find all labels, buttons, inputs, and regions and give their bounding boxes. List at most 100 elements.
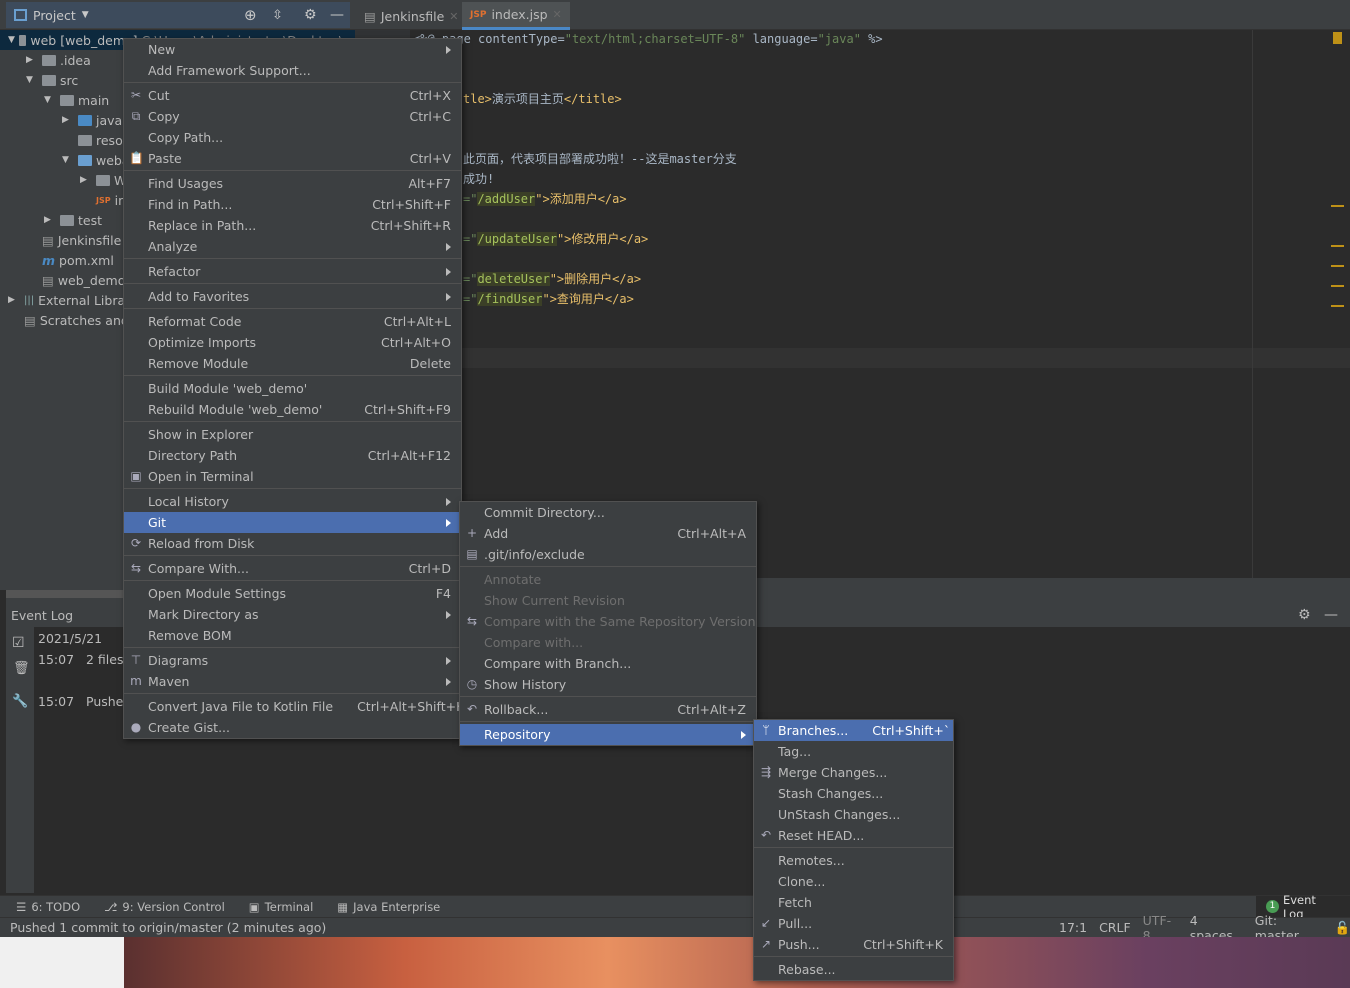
menu-item-create-gist[interactable]: ● Create Gist... bbox=[124, 717, 461, 738]
menu-item-rollback[interactable]: ↶ Rollback... Ctrl+Alt+Z bbox=[460, 699, 756, 720]
menu-item-diagrams[interactable]: ⊤ Diagrams bbox=[124, 650, 461, 671]
menu-item-paste[interactable]: 📋 Paste Ctrl+V bbox=[124, 148, 461, 169]
collapsed-arrow-icon[interactable]: ▶ bbox=[44, 215, 56, 225]
menu-item-replace-in-path[interactable]: Replace in Path... Ctrl+Shift+R bbox=[124, 215, 461, 236]
close-icon[interactable]: ✕ bbox=[553, 8, 562, 21]
menu-item-copy[interactable]: ⧉ Copy Ctrl+C bbox=[124, 106, 461, 127]
mark-read-icon[interactable]: ☑ bbox=[12, 635, 25, 651]
tree-item-main[interactable]: ▼ main bbox=[0, 90, 109, 110]
tab-index-jsp[interactable]: JSP index.jsp ✕ bbox=[462, 2, 570, 30]
minimize-icon[interactable]: — bbox=[330, 7, 344, 23]
chevron-down-icon[interactable]: ▼ bbox=[82, 10, 89, 20]
tree-item-jenkinsfile[interactable]: ▤ Jenkinsfile bbox=[0, 230, 121, 250]
menu-item-add[interactable]: + Add Ctrl+Alt+A bbox=[460, 523, 756, 544]
menu-item-push[interactable]: ↗ Push... Ctrl+Shift+K bbox=[754, 934, 953, 955]
menu-item-local-history[interactable]: Local History bbox=[124, 491, 461, 512]
menu-item-add-framework-support[interactable]: Add Framework Support... bbox=[124, 60, 461, 81]
collapsed-arrow-icon[interactable]: ▶ bbox=[26, 55, 38, 65]
menu-item-show-history[interactable]: ◷ Show History bbox=[460, 674, 756, 695]
error-stripe-mark[interactable] bbox=[1331, 265, 1344, 267]
gear-icon[interactable]: ⚙ bbox=[1298, 607, 1311, 623]
menu-item-git[interactable]: Git bbox=[124, 512, 461, 533]
menu-item-compare-with[interactable]: ⇆ Compare With... Ctrl+D bbox=[124, 558, 461, 579]
menu-item-pull[interactable]: ↙ Pull... bbox=[754, 913, 953, 934]
menu-item-rebase[interactable]: Rebase... bbox=[754, 959, 953, 980]
tool-window-version-control[interactable]: ⎇ 9: Version Control bbox=[104, 900, 225, 914]
collapse-all-icon[interactable]: ⇳ bbox=[272, 8, 283, 23]
tab-jenkinsfile[interactable]: ▤ Jenkinsfile ✕ bbox=[356, 2, 467, 30]
menu-item-git-info-exclude[interactable]: ▤ .git/info/exclude bbox=[460, 544, 756, 565]
menu-item-mark-directory-as[interactable]: Mark Directory as bbox=[124, 604, 461, 625]
menu-item-annotate[interactable]: Annotate bbox=[460, 569, 756, 590]
caret-position[interactable]: 17:1 bbox=[1059, 920, 1087, 935]
menu-item-directory-path[interactable]: Directory Path Ctrl+Alt+F12 bbox=[124, 445, 461, 466]
tool-window-terminal[interactable]: ▣ Terminal bbox=[249, 900, 313, 914]
collapsed-arrow-icon[interactable]: ▶ bbox=[62, 115, 74, 125]
tree-item-java[interactable]: ▶ java bbox=[0, 110, 122, 130]
menu-item-clone[interactable]: Clone... bbox=[754, 871, 953, 892]
project-tool-header[interactable]: Project ▼ ⊕ ⇳ ⚙ — bbox=[6, 2, 350, 28]
menu-item-remove-bom[interactable]: Remove BOM bbox=[124, 625, 461, 646]
menu-item-reformat-code[interactable]: Reformat Code Ctrl+Alt+L bbox=[124, 311, 461, 332]
expanded-arrow-icon[interactable]: ▼ bbox=[62, 155, 74, 165]
error-stripe-mark[interactable] bbox=[1331, 205, 1344, 207]
close-icon[interactable]: ✕ bbox=[449, 10, 458, 23]
collapsed-arrow-icon[interactable]: ▶ bbox=[8, 295, 20, 305]
warning-indicator-icon[interactable] bbox=[1333, 32, 1342, 44]
menu-item-maven[interactable]: m Maven bbox=[124, 671, 461, 692]
menu-item-build-module-web-demo[interactable]: Build Module 'web_demo' bbox=[124, 378, 461, 399]
menu-item-remove-module[interactable]: Remove Module Delete bbox=[124, 353, 461, 374]
menu-item-optimize-imports[interactable]: Optimize Imports Ctrl+Alt+O bbox=[124, 332, 461, 353]
menu-item-analyze[interactable]: Analyze bbox=[124, 236, 461, 257]
menu-item-commit-directory[interactable]: Commit Directory... bbox=[460, 502, 756, 523]
menu-item-find-in-path[interactable]: Find in Path... Ctrl+Shift+F bbox=[124, 194, 461, 215]
error-stripe-mark[interactable] bbox=[1331, 245, 1344, 247]
menu-item-find-usages[interactable]: Find Usages Alt+F7 bbox=[124, 173, 461, 194]
menu-item-compare-with-the-same-repository-version[interactable]: ⇆ Compare with the Same Repository Versio… bbox=[460, 611, 756, 632]
trash-icon[interactable]: 🗑 bbox=[13, 661, 30, 676]
tree-item-idea[interactable]: ▶ .idea bbox=[0, 50, 91, 70]
horizontal-scrollbar[interactable] bbox=[6, 590, 126, 598]
wrench-icon[interactable]: 🔧 bbox=[12, 694, 28, 709]
error-stripe-mark[interactable] bbox=[1331, 305, 1344, 307]
locate-icon[interactable]: ⊕ bbox=[244, 6, 257, 24]
expanded-arrow-icon[interactable]: ▼ bbox=[8, 35, 15, 45]
collapsed-arrow-icon[interactable]: ▶ bbox=[80, 175, 92, 185]
menu-item-convert-java-file-to-kotlin-file[interactable]: Convert Java File to Kotlin File Ctrl+Alt… bbox=[124, 696, 464, 717]
menu-item-remotes[interactable]: Remotes... bbox=[754, 850, 953, 871]
menu-item-compare-with-branch[interactable]: Compare with Branch... bbox=[460, 653, 756, 674]
tool-window-todo[interactable]: ☰ 6: TODO bbox=[16, 900, 80, 914]
menu-item-compare-with[interactable]: Compare with... bbox=[460, 632, 756, 653]
menu-item-branches[interactable]: ᛘ Branches... Ctrl+Shift+` bbox=[754, 720, 953, 741]
menu-item-new[interactable]: New bbox=[124, 39, 461, 60]
expanded-arrow-icon[interactable]: ▼ bbox=[44, 95, 56, 105]
menu-item-open-in-terminal[interactable]: ▣ Open in Terminal bbox=[124, 466, 461, 487]
menu-item-refactor[interactable]: Refactor bbox=[124, 261, 461, 282]
menu-item-open-module-settings[interactable]: Open Module Settings F4 bbox=[124, 583, 461, 604]
menu-item-reset-head[interactable]: ↶ Reset HEAD... bbox=[754, 825, 953, 846]
tree-item-test[interactable]: ▶ test bbox=[0, 210, 102, 230]
menu-item-show-current-revision[interactable]: Show Current Revision bbox=[460, 590, 756, 611]
menu-item-unstash-changes[interactable]: UnStash Changes... bbox=[754, 804, 953, 825]
tree-item-pom-xml[interactable]: m pom.xml bbox=[0, 250, 114, 270]
menu-item-tag[interactable]: Tag... bbox=[754, 741, 953, 762]
menu-item-fetch[interactable]: Fetch bbox=[754, 892, 953, 913]
menu-item-stash-changes[interactable]: Stash Changes... bbox=[754, 783, 953, 804]
expanded-arrow-icon[interactable]: ▼ bbox=[26, 75, 38, 85]
menu-item-repository[interactable]: Repository bbox=[460, 724, 756, 745]
lock-icon[interactable]: 🔓 bbox=[1334, 920, 1350, 936]
tool-window-java-enterprise[interactable]: ▦ Java Enterprise bbox=[337, 900, 440, 914]
line-separator[interactable]: CRLF bbox=[1099, 920, 1131, 935]
status-message[interactable]: Pushed 1 commit to origin/master (2 minu… bbox=[10, 920, 326, 935]
menu-item-show-in-explorer[interactable]: Show in Explorer bbox=[124, 424, 461, 445]
menu-item-copy-path[interactable]: Copy Path... bbox=[124, 127, 461, 148]
minimize-icon[interactable]: — bbox=[1324, 607, 1338, 623]
menu-item-merge-changes[interactable]: ⇶ Merge Changes... bbox=[754, 762, 953, 783]
tree-item-src[interactable]: ▼ src bbox=[0, 70, 78, 90]
menu-item-reload-from-disk[interactable]: ⟳ Reload from Disk bbox=[124, 533, 461, 554]
menu-item-add-to-favorites[interactable]: Add to Favorites bbox=[124, 286, 461, 307]
gear-icon[interactable]: ⚙ bbox=[304, 7, 317, 23]
menu-item-rebuild-module-web-demo[interactable]: Rebuild Module 'web_demo' Ctrl+Shift+F9 bbox=[124, 399, 461, 420]
menu-item-cut[interactable]: ✂ Cut Ctrl+X bbox=[124, 85, 461, 106]
error-stripe-mark[interactable] bbox=[1331, 285, 1344, 287]
